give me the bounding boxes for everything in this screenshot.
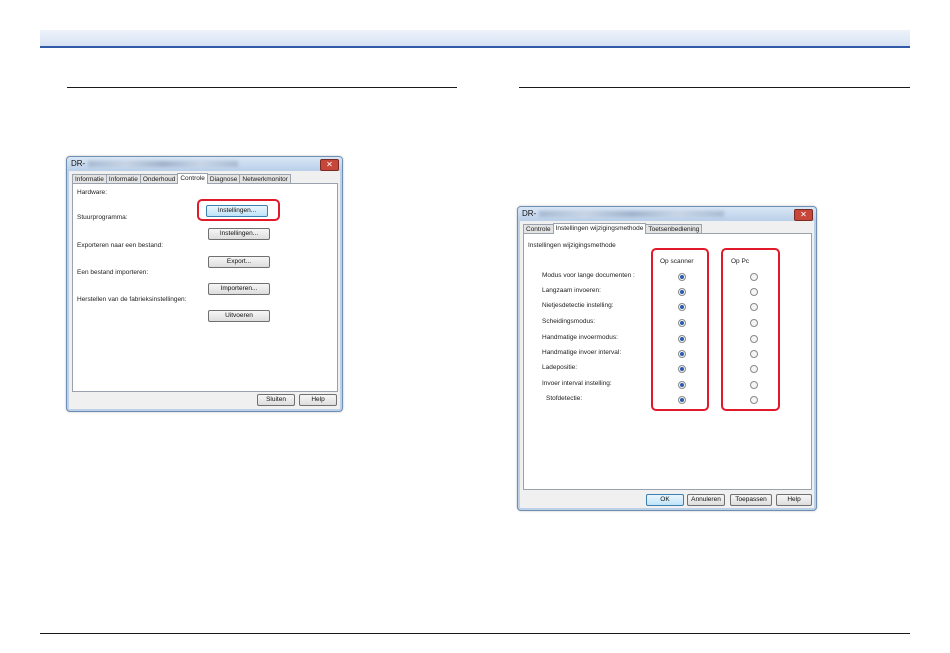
row-label: Ladepositie: <box>542 364 578 371</box>
close-icon[interactable]: ✕ <box>320 159 339 171</box>
highlight-box <box>197 199 280 221</box>
column-pc-header: Op Pc <box>731 258 750 265</box>
tab-strip: Informatie Informatie Onderhoud Controle Dia… <box>72 173 291 184</box>
dialog-client: Controle Instellingen wijzigingsmethode To… <box>520 221 814 508</box>
radio-scanner[interactable] <box>678 319 686 327</box>
row-label: Langzaam invoeren: <box>542 287 601 294</box>
radio-pc[interactable] <box>750 303 758 311</box>
radio-pc[interactable] <box>750 273 758 281</box>
radio-scanner[interactable] <box>678 365 686 373</box>
factory-reset-button[interactable]: Uitvoeren <box>208 310 270 322</box>
radio-pc[interactable] <box>750 335 758 343</box>
dialog-titlebar: DR- ✕ <box>518 207 816 221</box>
group-title: Instellingen wijzigingsmethode <box>528 242 616 249</box>
row-label: Scheidingsmodus: <box>542 318 596 325</box>
row-label: Handmatige invoermodus: <box>542 334 618 341</box>
settings-method-panel: Instellingen wijzigingsmethode Op scanne… <box>523 233 812 490</box>
blurred-model-name <box>88 160 239 167</box>
factory-reset-label: Herstellen van de fabrieksinstellingen: <box>77 296 187 303</box>
footer-rule <box>40 633 910 634</box>
radio-scanner[interactable] <box>678 381 686 389</box>
export-label: Exporteren naar een bestand: <box>77 242 164 249</box>
row-label: Handmatige invoer interval: <box>542 349 622 356</box>
apply-button[interactable]: Toepassen <box>730 494 772 506</box>
tab-instellingen-wijzigingsmethode[interactable]: Instellingen wijzigingsmethode <box>552 223 647 234</box>
controle-panel: Hardware: Instellingen... Stuurprogramma… <box>72 183 338 392</box>
export-button[interactable]: Export... <box>208 256 270 268</box>
blurred-model-name <box>539 210 725 217</box>
radio-pc[interactable] <box>750 396 758 404</box>
ok-button[interactable]: OK <box>646 494 684 506</box>
dialog-titlebar: DR- ✕ <box>67 157 342 171</box>
section-rule-left <box>67 87 457 88</box>
section-rule-right <box>519 87 910 88</box>
close-button[interactable]: Sluiten <box>257 394 295 406</box>
dialog-title: DR- <box>522 209 725 218</box>
row-label: Modus voor lange documenten : <box>542 272 635 279</box>
tab-controle[interactable]: Controle <box>177 173 208 184</box>
radio-pc[interactable] <box>750 319 758 327</box>
cancel-button[interactable]: Annuleren <box>687 494 725 506</box>
dialog-client: Informatie Informatie Onderhoud Controle Dia… <box>69 171 340 409</box>
help-button[interactable]: Help <box>776 494 812 506</box>
row-label: Nietjesdetectie instelling: <box>542 302 614 309</box>
header-line <box>40 46 910 48</box>
radio-scanner[interactable] <box>678 303 686 311</box>
radio-scanner[interactable] <box>678 273 686 281</box>
import-label: Een bestand importeren: <box>77 269 149 276</box>
column-scanner-header: Op scanner <box>660 258 694 265</box>
radio-scanner[interactable] <box>678 350 686 358</box>
radio-scanner[interactable] <box>678 288 686 296</box>
radio-scanner[interactable] <box>678 335 686 343</box>
row-label: Invoer interval instelling: <box>542 380 612 387</box>
dialog-title: DR- <box>71 159 239 168</box>
driver-settings-button[interactable]: Instellingen... <box>208 228 270 240</box>
driver-label: Stuurprogramma: <box>77 214 128 221</box>
controle-dialog: DR- ✕ Informatie Informatie Onderhoud Contr… <box>66 156 343 412</box>
radio-scanner[interactable] <box>678 396 686 404</box>
radio-pc[interactable] <box>750 381 758 389</box>
radio-pc[interactable] <box>750 350 758 358</box>
hardware-label: Hardware: <box>77 189 107 196</box>
import-button[interactable]: Importeren... <box>208 283 270 295</box>
help-button[interactable]: Help <box>299 394 337 406</box>
header-band <box>40 30 910 46</box>
row-label: Stofdetectie: <box>546 395 583 402</box>
radio-pc[interactable] <box>750 288 758 296</box>
close-icon[interactable]: ✕ <box>794 209 813 221</box>
tab-strip: Controle Instellingen wijzigingsmethode To… <box>523 223 703 234</box>
settings-method-dialog: DR- ✕ Controle Instellingen wijzigingsmet… <box>517 206 817 511</box>
radio-pc[interactable] <box>750 365 758 373</box>
